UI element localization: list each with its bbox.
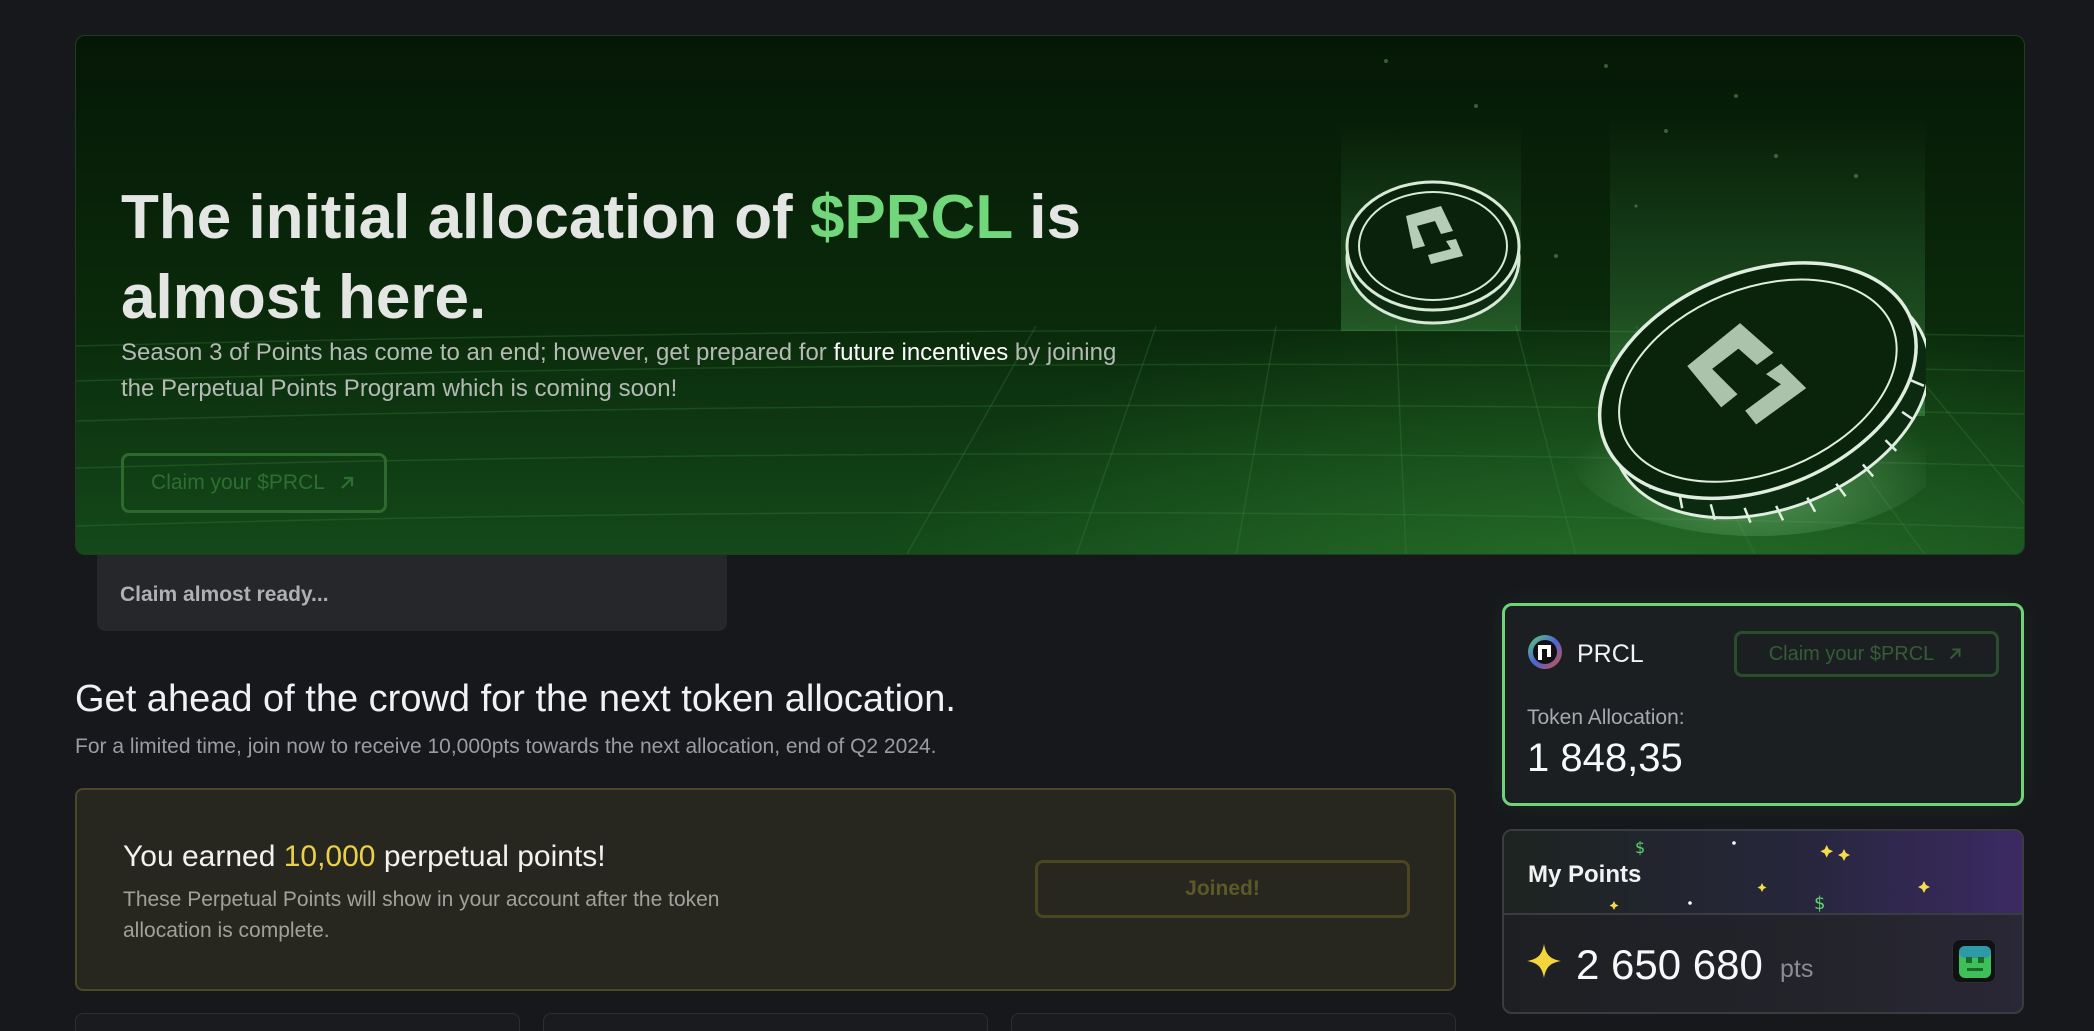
hero-description: Season 3 of Points has come to an end; h…	[121, 335, 1121, 407]
my-points-label: My Points	[1528, 861, 1642, 888]
earned-title-part2: perpetual points!	[375, 840, 606, 873]
points-value: 2 650 680	[1576, 941, 1763, 988]
earned-title-part1: You earned	[123, 840, 284, 873]
earned-description: These Perpetual Points will show in your…	[123, 888, 720, 942]
feature-card-2	[543, 1013, 988, 1031]
claim-status-label: Claim almost ready...	[120, 583, 329, 606]
hero-title-token: $PRCL	[809, 183, 1013, 252]
prcl-logo-icon	[1528, 635, 1562, 669]
hero-banner: The initial allocation of $PRCL is almos…	[75, 35, 2025, 555]
joined-button[interactable]: Joined!	[1035, 860, 1410, 918]
hero-title: The initial allocation of $PRCL is almos…	[121, 178, 1121, 338]
token-name: PRCL	[1577, 640, 1644, 668]
points-unit: pts	[1780, 955, 1814, 983]
svg-text:$: $	[1635, 838, 1645, 857]
sparkle-star-icon	[1527, 944, 1561, 978]
claim-status-tab: Claim almost ready...	[97, 555, 727, 631]
section-subtitle: For a limited time, join now to receive …	[75, 735, 937, 758]
points-card-body: 2 650 680 pts	[1504, 915, 2022, 1012]
avatar-icon	[1959, 946, 1991, 978]
hero-title-part1: The initial allocation of	[121, 183, 810, 252]
page: The initial allocation of $PRCL is almos…	[0, 0, 2094, 1031]
prcl-coin-small-image	[1341, 121, 1521, 331]
avatar[interactable]	[1952, 939, 1996, 983]
arrow-up-right-icon	[1950, 648, 1961, 660]
hero-claim-button[interactable]: Claim your $PRCL	[121, 453, 387, 513]
points-card-header: $ $ My Points	[1504, 831, 2022, 915]
hero-desc-highlight: future incentives	[833, 339, 1009, 366]
my-points-card: $ $ My Points 2 650 680 pts	[1502, 829, 2024, 1014]
prcl-coin-large-image	[1566, 116, 1926, 536]
hero-desc-part1: Season 3 of Points has come to an end; h…	[121, 339, 834, 366]
svg-text:$: $	[1814, 893, 1825, 914]
card-claim-button[interactable]: Claim your $PRCL	[1734, 631, 1999, 677]
allocation-label: Token Allocation:	[1527, 706, 1685, 729]
section-title: Get ahead of the crowd for the next toke…	[75, 678, 956, 720]
card-claim-label: Claim your $PRCL	[1768, 642, 1935, 665]
earned-amount: 10,000	[283, 840, 376, 873]
earned-title: You earned 10,000 perpetual points!	[123, 840, 606, 874]
feature-card-3	[1011, 1013, 1456, 1031]
token-allocation-card: PRCL Claim your $PRCL Token Allocation: …	[1502, 603, 2024, 806]
allocation-value: 1 848,35	[1527, 736, 1683, 780]
feature-card-1	[75, 1013, 520, 1031]
perpetual-points-card: You earned 10,000 perpetual points! Thes…	[75, 788, 1456, 991]
hero-claim-label: Claim your $PRCL	[151, 471, 325, 494]
arrow-up-right-icon	[341, 476, 354, 489]
